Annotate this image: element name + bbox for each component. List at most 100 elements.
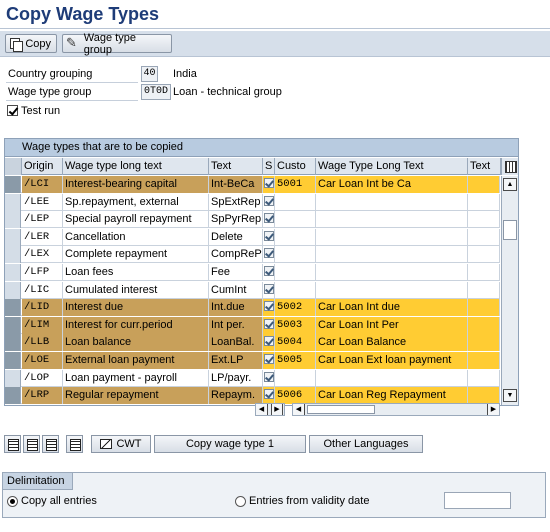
row-select-checkbox-cell[interactable]: [263, 193, 275, 211]
custom-short-text-cell[interactable]: [468, 387, 500, 405]
row-select-checkbox-cell[interactable]: [263, 281, 275, 299]
cell-cust[interactable]: 5004: [275, 334, 316, 352]
left-scroll-right-button[interactable]: ▶: [271, 404, 283, 415]
cell-cust[interactable]: [275, 264, 316, 281]
cell-ctext[interactable]: [316, 264, 468, 281]
cell-ctext[interactable]: [316, 193, 468, 211]
scroll-up-button[interactable]: ▲: [503, 178, 517, 191]
row-selector[interactable]: [5, 281, 21, 299]
custom-short-text-cell[interactable]: [468, 281, 500, 299]
row-checkbox[interactable]: [263, 195, 274, 206]
row-select-checkbox-cell[interactable]: [263, 299, 275, 317]
row-checkbox[interactable]: [263, 354, 274, 365]
table-row[interactable]: /LEP Special payroll repayment SpPyrRep: [5, 211, 500, 229]
row-selector[interactable]: [5, 264, 21, 281]
table-row[interactable]: /LIM Interest for curr.period Int per. 5003…: [5, 316, 500, 334]
custom-short-text-cell[interactable]: [468, 334, 500, 352]
custom-short-text-cell[interactable]: [468, 264, 500, 281]
custom-short-text-cell[interactable]: [468, 193, 500, 211]
row-select-checkbox-cell[interactable]: [263, 316, 275, 334]
col-text[interactable]: Text: [209, 158, 263, 175]
table-row[interactable]: /LER Cancellation Delete: [5, 228, 500, 246]
row-checkbox[interactable]: [263, 371, 274, 382]
row-select-checkbox-cell[interactable]: [263, 369, 275, 387]
row-select-checkbox-cell[interactable]: [263, 334, 275, 352]
cell-ctext[interactable]: Car Loan Int due: [316, 299, 468, 317]
col-custom-text[interactable]: Text: [468, 158, 501, 175]
cell-cust[interactable]: 5001: [275, 176, 316, 193]
col-origin[interactable]: Origin: [22, 158, 63, 175]
cell-ctext[interactable]: Car Loan Ext loan payment: [316, 352, 468, 369]
wage-type-group-button[interactable]: Wage type group: [62, 32, 172, 56]
from-date-radio[interactable]: [235, 495, 246, 507]
table-row[interactable]: /LEX Complete repayment CompRePy: [5, 246, 500, 264]
horizontal-scrollbar[interactable]: ◀ ▶: [292, 403, 500, 416]
row-select-checkbox-cell[interactable]: [263, 387, 275, 405]
row-select-checkbox-cell[interactable]: [263, 176, 275, 193]
row-selector[interactable]: [5, 369, 21, 387]
row-checkbox[interactable]: [263, 230, 274, 241]
col-wage-type-long-text[interactable]: Wage type long text: [63, 158, 209, 175]
copy-button[interactable]: Copy: [5, 34, 57, 53]
row-checkbox[interactable]: [263, 336, 274, 347]
cell-ctext[interactable]: [316, 281, 468, 299]
row-checkbox[interactable]: [263, 266, 274, 277]
row-selector[interactable]: [5, 246, 21, 264]
cell-cust[interactable]: 5003: [275, 316, 316, 334]
other-languages-button[interactable]: Other Languages: [309, 435, 423, 453]
row-selector[interactable]: [5, 211, 21, 229]
row-select-checkbox-cell[interactable]: [263, 228, 275, 246]
left-horizontal-scrollbar[interactable]: ◀ ▶: [255, 403, 285, 416]
custom-short-text-cell[interactable]: [468, 299, 500, 317]
copy-wage-type-button[interactable]: Copy wage type 1: [154, 435, 306, 453]
vertical-scrollbar[interactable]: ▲ ▼: [501, 176, 518, 405]
cell-cust[interactable]: [275, 369, 316, 387]
cell-cust[interactable]: 5002: [275, 299, 316, 317]
row-select-checkbox-cell[interactable]: [263, 246, 275, 264]
cell-ctext[interactable]: Car Loan Reg Repayment: [316, 387, 468, 405]
col-custom-long-text[interactable]: Wage Type Long Text: [316, 158, 468, 175]
cell-ctext[interactable]: Car Loan Balance: [316, 334, 468, 352]
table-row[interactable]: /LOP Loan payment - payroll LP/payr.: [5, 369, 500, 387]
custom-short-text-cell[interactable]: [468, 176, 500, 193]
select-all-cell[interactable]: [5, 158, 22, 175]
left-scroll-left-button[interactable]: ◀: [256, 404, 268, 415]
validity-date-input[interactable]: [444, 492, 511, 509]
table-row[interactable]: /LRP Regular repayment Repaym. 5006 Car Loan…: [5, 387, 500, 405]
country-grouping-field[interactable]: 40: [141, 66, 158, 82]
wage-type-group-field[interactable]: 0T0D: [141, 84, 171, 100]
cell-cust[interactable]: [275, 281, 316, 299]
copy-all-option[interactable]: Copy all entries: [7, 493, 97, 509]
table-row[interactable]: /LID Interest due Int.due 5002 Car Loan Int …: [5, 299, 500, 317]
cell-cust[interactable]: 5006: [275, 387, 316, 405]
row-selector[interactable]: [5, 316, 21, 334]
copy-all-radio[interactable]: [7, 495, 18, 507]
cell-cust[interactable]: [275, 211, 316, 229]
details-icon[interactable]: [66, 435, 83, 453]
row-checkbox[interactable]: [263, 178, 274, 189]
horizontal-scroll-thumb[interactable]: [307, 405, 375, 414]
row-checkbox[interactable]: [263, 283, 274, 294]
deselect-all-icon[interactable]: [42, 435, 59, 453]
scroll-thumb[interactable]: [503, 220, 517, 240]
col-custom[interactable]: Custo: [275, 158, 316, 175]
table-row[interactable]: /LFP Loan fees Fee: [5, 264, 500, 281]
row-selector[interactable]: [5, 176, 21, 193]
table-row[interactable]: /LLB Loan balance LoanBal. 5004 Car Loan Bal…: [5, 334, 500, 352]
scroll-right-button[interactable]: ▶: [487, 404, 499, 415]
col-s[interactable]: S: [263, 158, 275, 175]
row-checkbox[interactable]: [263, 318, 274, 329]
row-selector[interactable]: [5, 228, 21, 246]
row-selector[interactable]: [5, 352, 21, 369]
row-checkbox[interactable]: [263, 301, 274, 312]
row-selector[interactable]: [5, 334, 21, 352]
table-row[interactable]: /LEE Sp.repayment, external SpExtRep: [5, 193, 500, 211]
row-select-checkbox-cell[interactable]: [263, 264, 275, 281]
row-checkbox[interactable]: [263, 213, 274, 224]
cwt-button[interactable]: CWT: [91, 435, 151, 453]
cell-ctext[interactable]: [316, 369, 468, 387]
custom-short-text-cell[interactable]: [468, 228, 500, 246]
scroll-left-button[interactable]: ◀: [293, 404, 305, 415]
cell-ctext[interactable]: Car Loan Int be Ca: [316, 176, 468, 193]
row-selector[interactable]: [5, 387, 21, 405]
